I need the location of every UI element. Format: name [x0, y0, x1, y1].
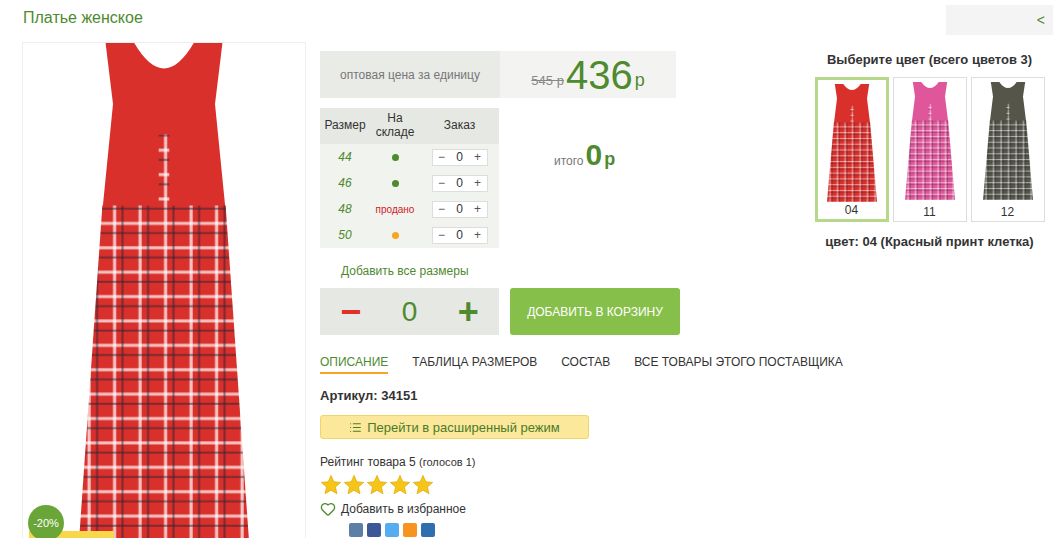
size-cell: 48 — [320, 196, 370, 222]
star-icon[interactable] — [320, 474, 342, 496]
minus-button[interactable]: − — [438, 202, 445, 216]
order-qty[interactable]: 0 — [456, 176, 463, 190]
order-cell: −0 + — [420, 196, 499, 222]
order-qty[interactable]: 0 — [456, 202, 463, 216]
tab[interactable]: СОСТАВ — [561, 355, 610, 374]
quantity-value[interactable]: 0 — [402, 296, 418, 328]
share-buttons — [349, 523, 435, 537]
star-icon[interactable] — [343, 474, 365, 496]
currency: р — [635, 70, 645, 91]
order-cell: −0 + — [420, 144, 499, 170]
add-to-cart-button[interactable]: ДОБАВИТЬ В КОРЗИНУ — [510, 288, 680, 335]
rating-stars[interactable] — [320, 474, 434, 496]
minus-button[interactable]: − — [438, 150, 445, 164]
order-stepper: −0 + — [432, 149, 488, 166]
plus-button[interactable]: + — [474, 202, 481, 216]
plus-button[interactable]: + — [458, 294, 479, 330]
current-price: 436 — [566, 55, 633, 95]
minus-button[interactable]: − — [438, 228, 445, 242]
stock-dot — [392, 180, 399, 187]
share-button[interactable] — [421, 523, 435, 537]
tab[interactable]: ТАБЛИЦА РАЗМЕРОВ — [412, 355, 537, 374]
stock-dot — [392, 232, 399, 239]
stock-cell — [370, 144, 420, 170]
minus-button[interactable]: − — [438, 176, 445, 190]
price-box: оптовая цена за единицу545 р436р — [320, 51, 676, 98]
color-picker: Выберите цвет (всего цветов 3) 04 11 12 цвет… — [813, 42, 1046, 538]
color-swatches: 04 11 12 — [815, 77, 1045, 222]
product-title: Платье женское — [0, 0, 143, 42]
rating: Рейтинг товара 5 (голосов 1) — [320, 455, 475, 469]
share-button[interactable] — [349, 523, 363, 537]
minus-button[interactable]: − — [340, 294, 361, 330]
order-qty[interactable]: 0 — [456, 150, 463, 164]
plus-button[interactable]: + — [474, 176, 481, 190]
order-stepper: −0 + — [432, 175, 488, 192]
size-table: РазмерНа складеЗаказ44−0+46−0+48продано−… — [320, 108, 499, 248]
order-cell: −0 + — [420, 222, 499, 248]
quantity-stepper: − 0 + — [320, 288, 499, 335]
share-button[interactable] — [367, 523, 381, 537]
total-value: 0 — [586, 138, 603, 172]
list-icon — [349, 421, 362, 434]
plus-button[interactable]: + — [474, 150, 481, 164]
total: итого0р — [554, 138, 615, 248]
share-button[interactable] — [403, 523, 417, 537]
star-icon[interactable] — [389, 474, 411, 496]
plus-button[interactable]: + — [474, 228, 481, 242]
star-icon[interactable] — [412, 474, 434, 496]
discount-badge: -20% — [28, 505, 64, 538]
color-code: 04 — [845, 203, 858, 217]
stock-cell — [370, 222, 420, 248]
order-stepper: −0 + — [432, 227, 488, 244]
price-value: 545 р436р — [500, 51, 676, 98]
dress-image — [983, 82, 1033, 200]
add-all-sizes-link[interactable]: Добавить все размеры — [341, 264, 469, 278]
size-cell: 44 — [320, 144, 370, 170]
header: Платье женское < — [0, 0, 1053, 42]
color-code: 12 — [1001, 205, 1014, 219]
stock-cell: продано — [370, 196, 420, 222]
color-swatch[interactable]: 04 — [815, 77, 889, 222]
heart-icon — [320, 501, 336, 517]
main: -20%оптовая цена за единицу545 р436рРазм… — [0, 42, 1053, 538]
size-cell: 50 — [320, 222, 370, 248]
advanced-mode-button[interactable]: Перейти в расширенный режим — [320, 415, 589, 439]
add-favorite-link[interactable]: Добавить в избранное — [320, 501, 466, 517]
size-section: РазмерНа складеЗаказ44−0+46−0+48продано−… — [320, 108, 615, 248]
stock-cell — [370, 170, 420, 196]
order-cell: −0 + — [420, 170, 499, 196]
dress-image — [827, 84, 877, 202]
dress-image — [905, 82, 955, 200]
tabs: ОПИСАНИЕ ТАБЛИЦА РАЗМЕРОВ СОСТАВ ВСЕ ТОВАРЫ… — [320, 355, 843, 374]
size-cell: 46 — [320, 170, 370, 196]
product-page: Платье женское < -20% оптовая цена за едини… — [0, 0, 1053, 538]
product-photo: -20% — [22, 42, 306, 538]
product-info: оптовая цена за единицу545 р436рРазмерНа… — [320, 42, 800, 538]
tab[interactable]: ВСЕ ТОВАРЫ ЭТОГО ПОСТАВЩИКА — [634, 355, 843, 374]
nav-back-button[interactable]: < — [946, 5, 1053, 35]
color-picker-title: Выберите цвет (всего цветов 3) — [827, 52, 1032, 67]
color-code: 11 — [923, 205, 935, 219]
stock-dot — [392, 154, 399, 161]
table-header: На складе — [370, 108, 420, 144]
table-header: Заказ — [420, 108, 499, 144]
total-label: итого — [554, 154, 584, 168]
article: Артикул: 34151 — [320, 388, 417, 403]
current-color: цвет: 04 (Красный принт клетка) — [825, 234, 1033, 249]
star-icon[interactable] — [366, 474, 388, 496]
price-label: оптовая цена за единицу — [320, 51, 500, 98]
share-button[interactable] — [385, 523, 399, 537]
color-swatch[interactable]: 12 — [971, 77, 1045, 222]
order-stepper: −0 + — [432, 201, 488, 218]
table-header: Размер — [320, 108, 370, 144]
order-qty[interactable]: 0 — [456, 228, 463, 242]
color-swatch[interactable]: 11 — [893, 77, 967, 222]
total-currency: р — [604, 149, 615, 170]
old-price: 545 р — [531, 73, 564, 88]
dress-image — [79, 43, 249, 538]
stock-text: продано — [376, 204, 415, 215]
tab[interactable]: ОПИСАНИЕ — [320, 355, 388, 374]
quantity-row: − 0 + ДОБАВИТЬ В КОРЗИНУ — [320, 288, 680, 335]
